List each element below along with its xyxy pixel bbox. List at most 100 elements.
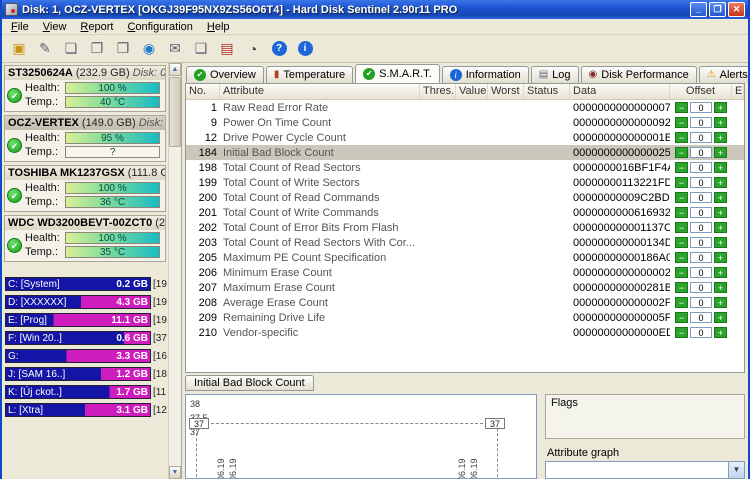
- scroll-down-icon[interactable]: ▼: [169, 466, 181, 479]
- partition-row[interactable]: K: [Új ckot..] 1.7 GB [11: [5, 384, 168, 400]
- offset-decrease-button[interactable]: −: [675, 117, 688, 128]
- partition-row[interactable]: G: 3.3 GB [16: [5, 348, 168, 364]
- offset-decrease-button[interactable]: −: [675, 237, 688, 248]
- title-bar[interactable]: Disk: 1, OCZ-VERTEX [OKGJ39F95NX9ZS56O6T…: [2, 0, 748, 19]
- disk-pair-icon[interactable]: ❑: [189, 37, 213, 61]
- performance-monitor-icon[interactable]: ▤: [215, 37, 239, 61]
- offset-decrease-button[interactable]: −: [675, 132, 688, 143]
- offset-decrease-button[interactable]: −: [675, 207, 688, 218]
- disk-item[interactable]: OCZ-VERTEX (149.0 GB) Disk: 1 ✔ Health: …: [4, 115, 166, 162]
- smart-attribute-row[interactable]: 1 Raw Read Error Rate 0000000000000007 −…: [186, 100, 744, 115]
- smart-attribute-row[interactable]: 203 Total Count of Read Sectors With Cor…: [186, 235, 744, 250]
- scrollbar-thumb[interactable]: [169, 77, 181, 147]
- disk-item[interactable]: ST3250624A (232.9 GB) Disk: 0 ✔ Health: …: [4, 65, 166, 112]
- tab[interactable]: ◉ Disk Performance: [581, 66, 697, 83]
- attribute-graph[interactable]: 38 37.5 37 37 37 06.1906.1906.1906.19: [185, 394, 537, 479]
- tab[interactable]: ✔ S.M.A.R.T.: [355, 64, 440, 83]
- offset-decrease-button[interactable]: −: [675, 177, 688, 188]
- partition-row[interactable]: E: [Prog] 11.1 GB [19: [5, 312, 168, 328]
- offset-increase-button[interactable]: +: [714, 147, 727, 158]
- offset-increase-button[interactable]: +: [714, 297, 727, 308]
- menu-item[interactable]: Configuration: [120, 20, 199, 34]
- smart-attribute-row[interactable]: 198 Total Count of Read Sectors 00000000…: [186, 160, 744, 175]
- gauge-icon[interactable]: ◔: [241, 37, 265, 61]
- disk-copy-icon[interactable]: ❏: [59, 37, 83, 61]
- partition-row[interactable]: L: [Xtra] 3.1 GB [12: [5, 402, 168, 418]
- offset-decrease-button[interactable]: −: [675, 192, 688, 203]
- disk-sync-icon[interactable]: ❒: [111, 37, 135, 61]
- offset-increase-button[interactable]: +: [714, 207, 727, 218]
- detail-tab[interactable]: Initial Bad Block Count: [185, 375, 314, 391]
- column-header[interactable]: Status: [524, 84, 570, 99]
- menu-item[interactable]: File: [4, 20, 36, 34]
- web-icon[interactable]: ◉: [137, 37, 161, 61]
- offset-decrease-button[interactable]: −: [675, 327, 688, 338]
- smart-attribute-row[interactable]: 199 Total Count of Write Sectors 0000000…: [186, 175, 744, 190]
- tab[interactable]: ▤ Log: [531, 66, 579, 83]
- maximize-button[interactable]: ❐: [709, 2, 726, 17]
- scroll-up-icon[interactable]: ▲: [169, 63, 181, 76]
- offset-increase-button[interactable]: +: [714, 132, 727, 143]
- offset-decrease-button[interactable]: −: [675, 297, 688, 308]
- overview-icon[interactable]: ▣: [7, 37, 31, 61]
- offset-increase-button[interactable]: +: [714, 222, 727, 233]
- column-header[interactable]: Attribute: [220, 84, 420, 99]
- smart-attribute-row[interactable]: 208 Average Erase Count 000000000000002F…: [186, 295, 744, 310]
- column-header[interactable]: No.: [186, 84, 220, 99]
- column-header[interactable]: Value: [456, 84, 488, 99]
- offset-increase-button[interactable]: +: [714, 237, 727, 248]
- close-button[interactable]: ✕: [728, 2, 745, 17]
- mail-report-icon[interactable]: ✉: [163, 37, 187, 61]
- column-header[interactable]: Worst: [488, 84, 524, 99]
- offset-increase-button[interactable]: +: [714, 267, 727, 278]
- partition-row[interactable]: D: [XXXXXX] 4.3 GB [19: [5, 294, 168, 310]
- smart-attribute-row[interactable]: 200 Total Count of Read Commands 0000000…: [186, 190, 744, 205]
- minimize-button[interactable]: _: [690, 2, 707, 17]
- smart-attribute-row[interactable]: 207 Maximum Erase Count 000000000000281B…: [186, 280, 744, 295]
- smart-attribute-row[interactable]: 201 Total Count of Write Commands 000000…: [186, 205, 744, 220]
- partition-row[interactable]: J: [SAM 16..] 1.2 GB [18: [5, 366, 168, 382]
- column-header[interactable]: Thres...: [420, 84, 456, 99]
- report-icon[interactable]: ✎: [33, 37, 57, 61]
- menu-item[interactable]: View: [36, 20, 74, 34]
- smart-attribute-row[interactable]: 205 Maximum PE Count Specification 00000…: [186, 250, 744, 265]
- offset-increase-button[interactable]: +: [714, 327, 727, 338]
- disk-move-icon[interactable]: ❐: [85, 37, 109, 61]
- disk-item[interactable]: WDC WD3200BEVT-00ZCT0 (298 ✔ Health: 100…: [4, 215, 166, 262]
- sidebar-scrollbar[interactable]: ▲ ▼: [168, 63, 181, 479]
- menu-item[interactable]: Help: [200, 20, 237, 34]
- offset-decrease-button[interactable]: −: [675, 222, 688, 233]
- tab[interactable]: ⚠ Alerts: [699, 66, 748, 83]
- offset-increase-button[interactable]: +: [714, 192, 727, 203]
- smart-attribute-row[interactable]: 202 Total Count of Error Bits From Flash…: [186, 220, 744, 235]
- offset-decrease-button[interactable]: −: [675, 267, 688, 278]
- smart-attribute-row[interactable]: 9 Power On Time Count 0000000000000092 −…: [186, 115, 744, 130]
- column-header[interactable]: Er: [732, 84, 744, 99]
- partition-row[interactable]: F: [Win 20..] 0.6 GB [37: [5, 330, 168, 346]
- offset-decrease-button[interactable]: −: [675, 102, 688, 113]
- smart-attribute-row[interactable]: 184 Initial Bad Block Count 000000000000…: [186, 145, 744, 160]
- offset-increase-button[interactable]: +: [714, 162, 727, 173]
- menu-item[interactable]: Report: [73, 20, 120, 34]
- offset-decrease-button[interactable]: −: [675, 282, 688, 293]
- offset-decrease-button[interactable]: −: [675, 312, 688, 323]
- tab[interactable]: ▮ Temperature: [266, 66, 353, 83]
- smart-attribute-row[interactable]: 12 Drive Power Cycle Count 0000000000000…: [186, 130, 744, 145]
- column-header[interactable]: Data: [570, 84, 670, 99]
- offset-increase-button[interactable]: +: [714, 117, 727, 128]
- offset-increase-button[interactable]: +: [714, 177, 727, 188]
- chevron-down-icon[interactable]: ▼: [728, 462, 744, 478]
- column-header[interactable]: Offset: [670, 84, 732, 99]
- offset-increase-button[interactable]: +: [714, 312, 727, 323]
- attribute-graph-select[interactable]: ▼: [545, 461, 745, 479]
- smart-attribute-row[interactable]: 209 Remaining Drive Life 000000000000005…: [186, 310, 744, 325]
- offset-decrease-button[interactable]: −: [675, 147, 688, 158]
- offset-decrease-button[interactable]: −: [675, 162, 688, 173]
- info-icon[interactable]: i: [293, 37, 317, 61]
- partition-row[interactable]: C: [System] 0.2 GB [19: [5, 276, 168, 292]
- tab[interactable]: ✔ Overview: [186, 66, 264, 83]
- smart-attribute-row[interactable]: 206 Minimum Erase Count 0000000000000002…: [186, 265, 744, 280]
- offset-increase-button[interactable]: +: [714, 282, 727, 293]
- disk-item[interactable]: TOSHIBA MK1237GSX (111.8 GB) ✔ Health: 1…: [4, 165, 166, 212]
- offset-decrease-button[interactable]: −: [675, 252, 688, 263]
